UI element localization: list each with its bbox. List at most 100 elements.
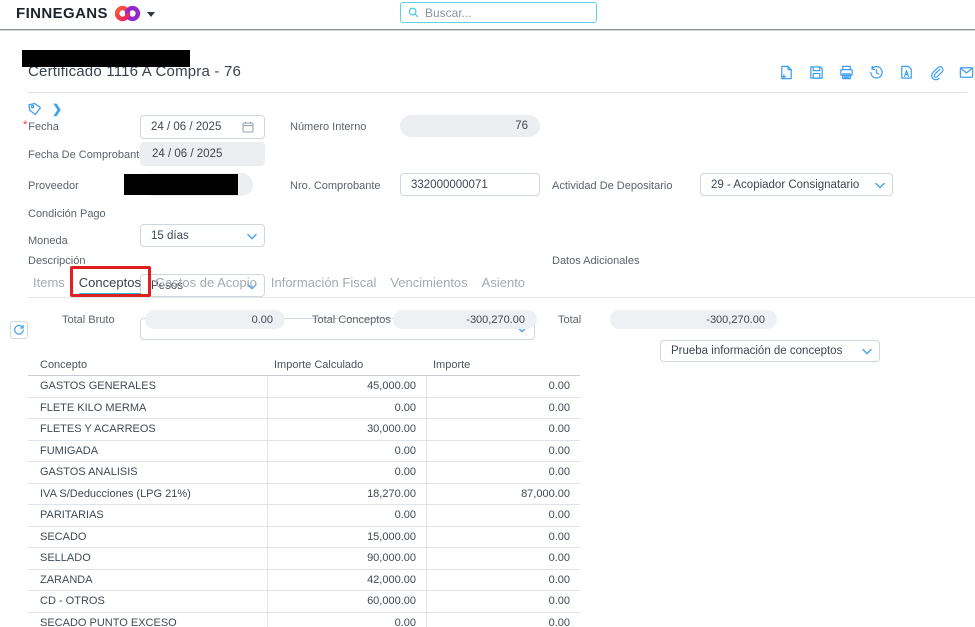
app-window: FINNEGANS Certificado 1116 A C	[0, 0, 975, 627]
table-row[interactable]: FLETE KILO MERMA0.000.00	[28, 398, 580, 420]
importe-cell[interactable]: 0.00	[426, 570, 580, 591]
concepto-cell[interactable]: SECADO	[28, 531, 267, 543]
table-row[interactable]: GASTOS GENERALES45,000.000.00	[28, 376, 580, 398]
total-label: Total	[558, 314, 581, 326]
tab-informaci-n-fiscal[interactable]: Información Fiscal	[271, 275, 376, 296]
importe-cell[interactable]: 0.00	[426, 462, 580, 483]
concepto-cell[interactable]: FUMIGADA	[28, 445, 267, 457]
importe-cell[interactable]: 0.00	[426, 548, 580, 569]
table-row[interactable]: SECADO15,000.000.00	[28, 527, 580, 549]
concepts-table: Concepto Importe Calculado Importe GASTO…	[28, 354, 580, 627]
required-asterisk: *	[23, 119, 27, 131]
importe-cell[interactable]: 0.00	[426, 419, 580, 440]
importe-calculado-cell[interactable]: 0.00	[267, 398, 426, 419]
table-row[interactable]: SELLADO90,000.000.00	[28, 548, 580, 570]
importe-calculado-cell[interactable]: 60,000.00	[267, 591, 426, 612]
importe-cell[interactable]: 0.00	[426, 591, 580, 612]
proveedor-label: Proveedor	[28, 180, 79, 192]
importe-calculado-cell[interactable]: 90,000.00	[267, 548, 426, 569]
table-row[interactable]: IVA S/Deducciones (LPG 21%)18,270.0087,0…	[28, 484, 580, 506]
table-row[interactable]: FUMIGADA0.000.00	[28, 441, 580, 463]
concepto-cell[interactable]: GASTOS GENERALES	[28, 380, 267, 392]
actividad-depositario-select[interactable]: 29 - Acopiador Consignatario	[700, 173, 893, 196]
importe-cell[interactable]: 0.00	[426, 441, 580, 462]
tab-vencimientos[interactable]: Vencimientos	[390, 275, 467, 296]
concepto-cell[interactable]: SELLADO	[28, 552, 267, 564]
importe-calculado-cell[interactable]: 30,000.00	[267, 419, 426, 440]
col-header-importe-calculado: Importe Calculado	[267, 359, 426, 371]
document-toolbar	[778, 64, 975, 81]
importe-calculado-cell[interactable]: 0.00	[267, 505, 426, 526]
save-button[interactable]	[808, 64, 825, 81]
importe-calculado-cell[interactable]: 0.00	[267, 462, 426, 483]
importe-calculado-cell[interactable]: 42,000.00	[267, 570, 426, 591]
fecha-comprobante-label: Fecha De Comprobante	[28, 149, 145, 161]
col-header-importe: Importe	[426, 359, 580, 371]
concepto-cell[interactable]: ZARANDA	[28, 574, 267, 586]
total-conceptos-value: -300,270.00	[393, 310, 537, 329]
tabs-divider	[28, 297, 975, 298]
attachment-button[interactable]	[928, 64, 945, 81]
importe-calculado-cell[interactable]: 15,000.00	[267, 527, 426, 548]
finnegans-infinity-logo-icon	[114, 5, 141, 22]
concepto-cell[interactable]: CD - OTROS	[28, 595, 267, 607]
tab-gastos-de-acopio[interactable]: Gastos de Acopio	[155, 275, 257, 296]
chevron-down-icon	[862, 349, 872, 355]
tag-icon[interactable]	[28, 102, 42, 116]
chevron-down-icon	[875, 182, 885, 188]
table-row[interactable]: PARITARIAS0.000.00	[28, 505, 580, 527]
importe-calculado-cell[interactable]: 45,000.00	[267, 376, 426, 397]
concepto-cell[interactable]: PARITARIAS	[28, 509, 267, 521]
condicion-pago-select[interactable]: 15 días	[140, 224, 265, 247]
calendar-icon[interactable]	[242, 121, 254, 133]
history-button[interactable]	[868, 64, 885, 81]
expand-chevron-icon[interactable]: ❯	[52, 102, 62, 116]
table-row[interactable]: ZARANDA42,000.000.00	[28, 570, 580, 592]
importe-cell[interactable]: 0.00	[426, 398, 580, 419]
tab-items[interactable]: Items	[33, 275, 65, 296]
moneda-label: Moneda	[28, 235, 68, 247]
email-button[interactable]	[958, 64, 975, 81]
table-row[interactable]: GASTOS ANALISIS0.000.00	[28, 462, 580, 484]
importe-cell[interactable]: 87,000.00	[426, 484, 580, 505]
nro-comprobante-input[interactable]: 332000000071	[400, 173, 540, 196]
datos-adicionales-label: Datos Adicionales	[552, 255, 639, 267]
search-icon	[408, 7, 419, 18]
fecha-input[interactable]: 24 / 06 / 2025	[140, 115, 265, 139]
concepto-cell[interactable]: IVA S/Deducciones (LPG 21%)	[28, 488, 267, 500]
importe-calculado-cell[interactable]: 18,270.00	[267, 484, 426, 505]
tabs: Items Conceptos Gastos de Acopio Informació…	[33, 275, 525, 296]
importe-cell[interactable]: 0.00	[426, 505, 580, 526]
fecha-comprobante-value: 24 / 06 / 2025	[140, 142, 265, 166]
table-row[interactable]: CD - OTROS60,000.000.00	[28, 591, 580, 613]
importe-calculado-cell[interactable]: 0.00	[267, 441, 426, 462]
table-row[interactable]: SECADO PUNTO EXCESO0.000.00	[28, 613, 580, 627]
tab-conceptos[interactable]: Conceptos	[79, 275, 141, 296]
topbar: FINNEGANS	[0, 0, 975, 29]
importe-cell[interactable]: 0.00	[426, 527, 580, 548]
descripcion-label: Descripción	[28, 255, 85, 267]
document-a-button[interactable]	[898, 64, 915, 81]
importe-cell[interactable]: 0.00	[426, 613, 580, 627]
brand-menu[interactable]: FINNEGANS	[16, 5, 155, 22]
refresh-button[interactable]	[10, 321, 28, 339]
refresh-icon	[13, 324, 25, 336]
new-document-button[interactable]	[778, 64, 795, 81]
concepto-cell[interactable]: FLETE KILO MERMA	[28, 402, 267, 414]
quick-actions-row: ❯	[28, 102, 62, 116]
importe-calculado-cell[interactable]: 0.00	[267, 613, 426, 627]
redacted-proveedor-bar	[124, 174, 238, 195]
concepto-cell[interactable]: GASTOS ANALISIS	[28, 466, 267, 478]
brand-name: FINNEGANS	[16, 5, 108, 22]
concepto-cell[interactable]: SECADO PUNTO EXCESO	[28, 617, 267, 627]
global-search[interactable]	[400, 2, 597, 23]
importe-cell[interactable]: 0.00	[426, 376, 580, 397]
search-input[interactable]	[425, 6, 575, 20]
total-bruto-value: 0.00	[145, 310, 285, 329]
numero-interno-label: Número Interno	[290, 121, 366, 133]
concepto-cell[interactable]: FLETES Y ACARREOS	[28, 423, 267, 435]
datos-adicionales-select[interactable]: Prueba información de conceptos	[660, 340, 880, 362]
table-row[interactable]: FLETES Y ACARREOS30,000.000.00	[28, 419, 580, 441]
tab-asiento[interactable]: Asiento	[482, 275, 525, 296]
print-button[interactable]	[838, 64, 855, 81]
